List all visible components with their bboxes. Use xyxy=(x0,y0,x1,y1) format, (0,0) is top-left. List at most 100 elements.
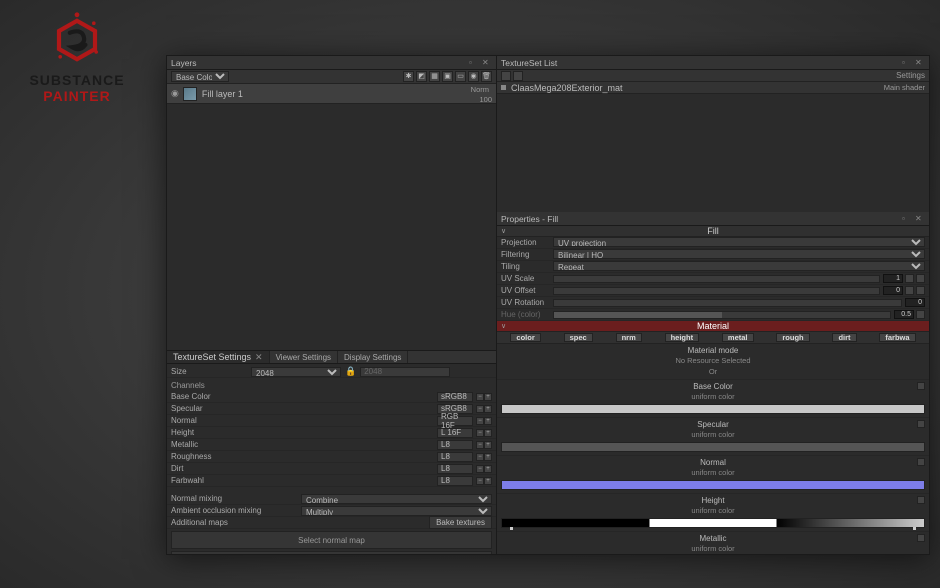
reset-icon[interactable] xyxy=(916,274,925,283)
color-swatch[interactable] xyxy=(501,480,925,490)
link-icon[interactable] xyxy=(905,274,914,283)
color-swatch[interactable] xyxy=(501,518,925,528)
add-channel-button[interactable]: + xyxy=(484,453,492,461)
size-select-2[interactable]: 2048 xyxy=(360,367,450,377)
filtering-select[interactable]: Bilinear | HQ xyxy=(553,249,925,259)
channel-format-select[interactable]: L 16F xyxy=(437,428,473,438)
lock-icon[interactable]: 🔒 xyxy=(345,366,356,377)
uvrotation-slider[interactable] xyxy=(553,299,902,307)
uvrotation-value[interactable]: 0 xyxy=(905,298,925,307)
add-channel-button[interactable]: + xyxy=(484,441,492,449)
delete-icon[interactable]: 🗑 xyxy=(481,71,492,82)
add-channel-button[interactable]: + xyxy=(484,405,492,413)
options-icon[interactable] xyxy=(917,420,925,428)
close-icon[interactable]: ✕ xyxy=(482,58,492,68)
remove-channel-button[interactable]: − xyxy=(476,429,484,437)
close-icon[interactable]: ✕ xyxy=(915,214,925,224)
channel-pill[interactable]: nrm xyxy=(616,333,642,342)
normal-mixing-select[interactable]: Combine xyxy=(301,494,492,504)
hue-value[interactable]: 0.5 xyxy=(894,310,914,319)
channel-format-select[interactable]: L8 xyxy=(437,464,473,474)
map-slot[interactable]: Select world space normal map xyxy=(171,551,492,554)
blend-mode[interactable]: Norm xyxy=(471,85,489,94)
close-icon[interactable]: ✕ xyxy=(915,58,925,68)
link-icon[interactable] xyxy=(905,286,914,295)
map-slot[interactable]: Select normal map xyxy=(171,531,492,549)
filter-icon[interactable] xyxy=(513,71,523,81)
hue-row: Hue (color) 0.5 xyxy=(497,309,929,321)
add-smart-icon[interactable]: ◉ xyxy=(468,71,479,82)
options-icon[interactable] xyxy=(917,496,925,504)
undock-icon[interactable]: ▫ xyxy=(469,58,479,68)
projection-select[interactable]: UV projection xyxy=(553,237,925,247)
channel-pill[interactable]: height xyxy=(665,333,700,342)
tab-viewer-settings[interactable]: Viewer Settings xyxy=(270,351,338,363)
channel-format-select[interactable]: L8 xyxy=(437,452,473,462)
color-swatch[interactable] xyxy=(501,404,925,414)
add-mask-icon[interactable]: ◩ xyxy=(416,71,427,82)
channel-selector[interactable]: Base Color xyxy=(171,71,229,82)
channel-format-select[interactable]: RGB 16F xyxy=(437,416,473,426)
remove-channel-button[interactable]: − xyxy=(476,405,484,413)
textureset-item[interactable]: ClaasMega208Exterior_mat Main shader xyxy=(497,82,929,94)
add-channel-button[interactable]: + xyxy=(484,477,492,485)
reset-icon[interactable] xyxy=(916,286,925,295)
channel-format-select[interactable]: L8 xyxy=(437,476,473,486)
channel-pill[interactable]: rough xyxy=(776,333,809,342)
remove-channel-button[interactable]: − xyxy=(476,393,484,401)
remove-channel-button[interactable]: − xyxy=(476,441,484,449)
uvscale-slider[interactable] xyxy=(553,275,880,283)
add-fill-icon[interactable]: ▦ xyxy=(429,71,440,82)
options-icon[interactable] xyxy=(917,382,925,390)
tslist-settings[interactable]: Settings xyxy=(896,71,925,80)
tslist-title: TextureSet List xyxy=(501,58,899,68)
tab-textureset-settings[interactable]: TextureSet Settings✕ xyxy=(167,351,270,363)
undock-icon[interactable]: ▫ xyxy=(902,214,912,224)
channel-pill[interactable]: farbwa xyxy=(879,333,915,342)
options-icon[interactable] xyxy=(917,458,925,466)
add-channel-button[interactable]: + xyxy=(484,393,492,401)
remove-channel-button[interactable]: − xyxy=(476,453,484,461)
uniform-label: uniform color xyxy=(497,506,929,517)
material-channel: Normal uniform color xyxy=(497,456,929,494)
undock-icon[interactable]: ▫ xyxy=(902,58,912,68)
fill-section-header[interactable]: ∨ Fill xyxy=(497,226,929,237)
uvscale-value[interactable]: 1 xyxy=(883,274,903,283)
channel-pill[interactable]: spec xyxy=(564,333,593,342)
visibility-icon[interactable]: ◉ xyxy=(171,88,179,99)
close-tab-icon[interactable]: ✕ xyxy=(255,352,263,363)
reset-icon[interactable] xyxy=(916,310,925,319)
layer-opacity[interactable]: 100 xyxy=(479,95,492,104)
visibility-icon[interactable] xyxy=(501,85,506,90)
size-select[interactable]: 2048 xyxy=(251,367,341,377)
add-channel-button[interactable]: + xyxy=(484,429,492,437)
remove-channel-button[interactable]: − xyxy=(476,477,484,485)
tiling-select[interactable]: Repeat xyxy=(553,261,925,271)
channel-pill[interactable]: dirt xyxy=(832,333,856,342)
uvoffset-slider[interactable] xyxy=(553,287,880,295)
color-swatch[interactable] xyxy=(501,442,925,452)
ao-mixing-select[interactable]: Multiply xyxy=(301,506,492,516)
solo-icon[interactable] xyxy=(501,71,511,81)
hue-slider[interactable] xyxy=(553,311,891,319)
layers-title: Layers xyxy=(171,58,466,68)
bake-textures-button[interactable]: Bake textures xyxy=(429,516,492,529)
material-section-header[interactable]: ∨ Material xyxy=(497,321,929,332)
remove-channel-button[interactable]: − xyxy=(476,417,484,425)
remove-channel-button[interactable]: − xyxy=(476,465,484,473)
add-channel-button[interactable]: + xyxy=(484,417,492,425)
add-group-icon[interactable]: ▭ xyxy=(455,71,466,82)
channel-row: Metallic L8 − + xyxy=(167,439,496,451)
add-layer-icon[interactable]: ▣ xyxy=(442,71,453,82)
add-channel-button[interactable]: + xyxy=(484,465,492,473)
channel-format-select[interactable]: sRGB8 xyxy=(437,392,473,402)
add-effect-icon[interactable]: ✱ xyxy=(403,71,414,82)
channel-pill[interactable]: color xyxy=(510,333,540,342)
uvoffset-value[interactable]: 0 xyxy=(883,286,903,295)
shader-name[interactable]: Main shader xyxy=(884,83,925,92)
layer-item[interactable]: ◉ Fill layer 1 Norm 100 xyxy=(167,84,496,104)
channel-format-select[interactable]: L8 xyxy=(437,440,473,450)
channel-pill[interactable]: metal xyxy=(722,333,754,342)
tab-display-settings[interactable]: Display Settings xyxy=(338,351,408,363)
options-icon[interactable] xyxy=(917,534,925,542)
